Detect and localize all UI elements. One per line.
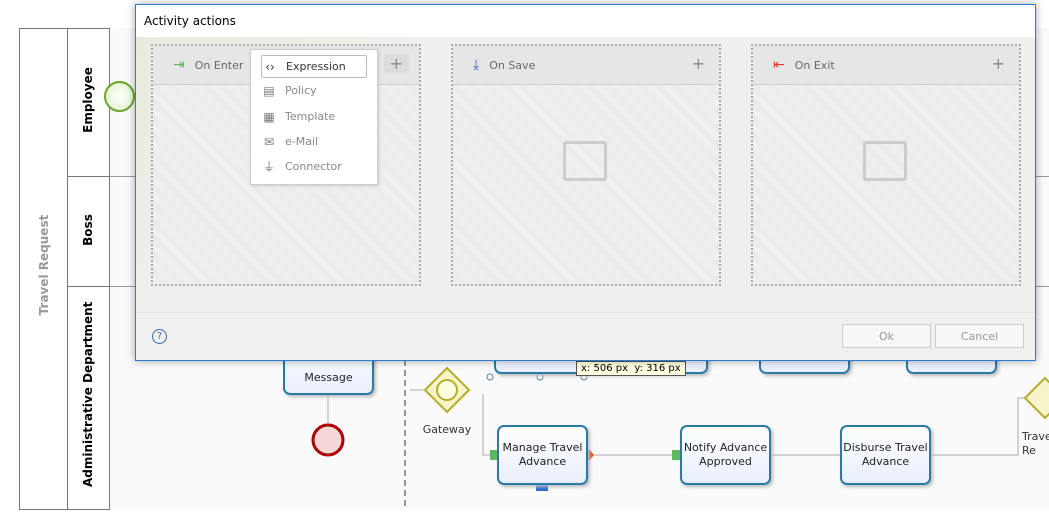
policy-icon: ▤ bbox=[263, 83, 275, 98]
task-label: Notify Advance Approved bbox=[683, 441, 768, 468]
task-notify-advance-approved[interactable]: Notify Advance Approved bbox=[680, 425, 771, 485]
panel-on-exit: ⇤ On Exit + bbox=[751, 44, 1021, 286]
menu-label: Template bbox=[285, 110, 336, 123]
mail-icon: ✉ bbox=[263, 134, 275, 149]
flow bbox=[930, 397, 1035, 456]
add-action-button[interactable]: + bbox=[383, 54, 409, 73]
add-action-button[interactable]: + bbox=[992, 54, 1005, 73]
cancel-button[interactable]: Cancel bbox=[935, 324, 1024, 348]
menu-item-email[interactable]: ✉ e-Mail bbox=[261, 130, 367, 153]
panel-on-save: ⤓ On Save + bbox=[451, 44, 721, 286]
end-event bbox=[311, 423, 345, 457]
menu-label: Expression bbox=[286, 60, 346, 73]
help-icon[interactable]: ? bbox=[152, 329, 167, 344]
task-label: Disburse Travel Advance bbox=[843, 441, 928, 468]
task-label: Manage Travel Advance bbox=[502, 441, 583, 468]
gateway-label-partial: Trave… Re bbox=[1022, 430, 1049, 457]
menu-label: e-Mail bbox=[285, 135, 319, 148]
gateway-label: Gateway bbox=[422, 423, 472, 436]
add-action-menu: ‹› Expression ▤ Policy ▦ Template ✉ e-Mail ⏚… bbox=[250, 49, 378, 185]
empty-template-icon bbox=[563, 141, 607, 181]
panel-label: On Enter bbox=[194, 58, 244, 72]
download-icon: ⤓ bbox=[473, 57, 480, 73]
menu-item-connector[interactable]: ⏚ Connector bbox=[261, 155, 367, 178]
ok-button[interactable]: Ok bbox=[842, 324, 931, 348]
task-disburse-travel-advance[interactable]: Disburse Travel Advance bbox=[840, 425, 931, 485]
connector-icon: ⏚ bbox=[262, 160, 275, 174]
menu-item-expression[interactable]: ‹› Expression bbox=[261, 55, 367, 78]
menu-item-template[interactable]: ▦ Template bbox=[261, 105, 367, 128]
template-icon: ▦ bbox=[263, 109, 275, 124]
add-action-button[interactable]: + bbox=[692, 54, 705, 73]
expression-icon: ‹› bbox=[265, 59, 275, 74]
task-manage-travel-advance[interactable]: Manage Travel Advance bbox=[497, 425, 588, 485]
panel-label: On Save bbox=[489, 58, 536, 72]
dialog-title: Activity actions bbox=[136, 5, 1035, 37]
menu-label: Connector bbox=[285, 160, 342, 173]
task-label: Message bbox=[304, 370, 353, 384]
coordinate-tooltip: x: 506 px y: 316 px bbox=[576, 361, 686, 376]
flow bbox=[482, 394, 497, 456]
menu-label: Policy bbox=[285, 84, 317, 97]
exit-icon: ⇤ bbox=[773, 57, 785, 73]
panel-label: On Exit bbox=[794, 58, 835, 72]
enter-icon: ⇥ bbox=[173, 57, 185, 73]
empty-template-icon bbox=[863, 141, 907, 181]
gateway-shape-right bbox=[1023, 376, 1049, 420]
menu-item-policy[interactable]: ▤ Policy bbox=[261, 79, 367, 102]
